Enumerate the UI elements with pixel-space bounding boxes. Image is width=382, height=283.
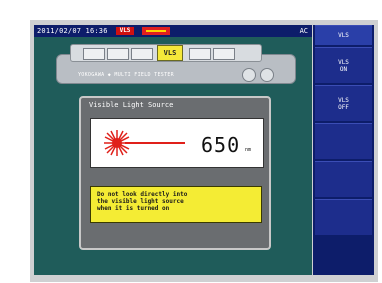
- wavelength-value: 650: [201, 133, 241, 157]
- safety-warning: Do not look directly into the visible li…: [90, 186, 262, 223]
- softkey-blank[interactable]: [315, 123, 372, 159]
- port-icon: [131, 48, 153, 60]
- port-icon: [189, 48, 211, 60]
- knob-icon: [242, 68, 256, 82]
- device-top-panel: VLS: [70, 44, 262, 62]
- device-illustration: VLS YOKOGAWA ◆ MULTI FIELD TESTER: [56, 44, 296, 84]
- laser-active-icon: [142, 27, 170, 35]
- softkey-blank[interactable]: [315, 161, 372, 197]
- wavelength-unit: nm: [245, 147, 252, 153]
- knob-icon: [260, 68, 274, 82]
- port-icon: [213, 48, 235, 60]
- warning-line: Do not look directly into: [97, 191, 188, 198]
- laser-beam: [125, 142, 185, 144]
- device-brand-label: YOKOGAWA ◆ MULTI FIELD TESTER: [78, 72, 174, 78]
- port-icon: [83, 48, 105, 60]
- softkey-vls[interactable]: VLS: [315, 25, 372, 45]
- softkey-vls-off[interactable]: VLS OFF: [315, 85, 372, 121]
- port-icon: [107, 48, 129, 60]
- softkey-label: VLS: [338, 96, 349, 104]
- power-source-indicator: AC: [299, 27, 308, 35]
- softkey-label: VLS: [338, 58, 349, 66]
- warning-line: when it is turned on: [97, 205, 170, 212]
- panel-title: Visible Light Source: [89, 101, 174, 109]
- status-datetime: 2011/02/07 16:36: [37, 27, 108, 35]
- softkey-blank[interactable]: [315, 199, 372, 235]
- softkey-label: VLS: [338, 32, 349, 39]
- warning-line: the visible light source: [97, 198, 184, 205]
- vls-panel: Visible Light Source 650 nm Do not look …: [79, 96, 271, 250]
- softkey-vls-on[interactable]: VLS ON: [315, 47, 372, 83]
- softkey-panel: VLS VLS ON VLS OFF: [313, 25, 374, 275]
- vls-port-label: VLS: [157, 45, 183, 61]
- status-mode-badge: VLS: [116, 27, 134, 35]
- status-bar: 2011/02/07 16:36 VLS AC: [34, 25, 312, 37]
- softkey-label: ON: [339, 65, 348, 73]
- wavelength-indicator: 650 nm: [90, 118, 264, 168]
- softkey-label: OFF: [338, 103, 349, 111]
